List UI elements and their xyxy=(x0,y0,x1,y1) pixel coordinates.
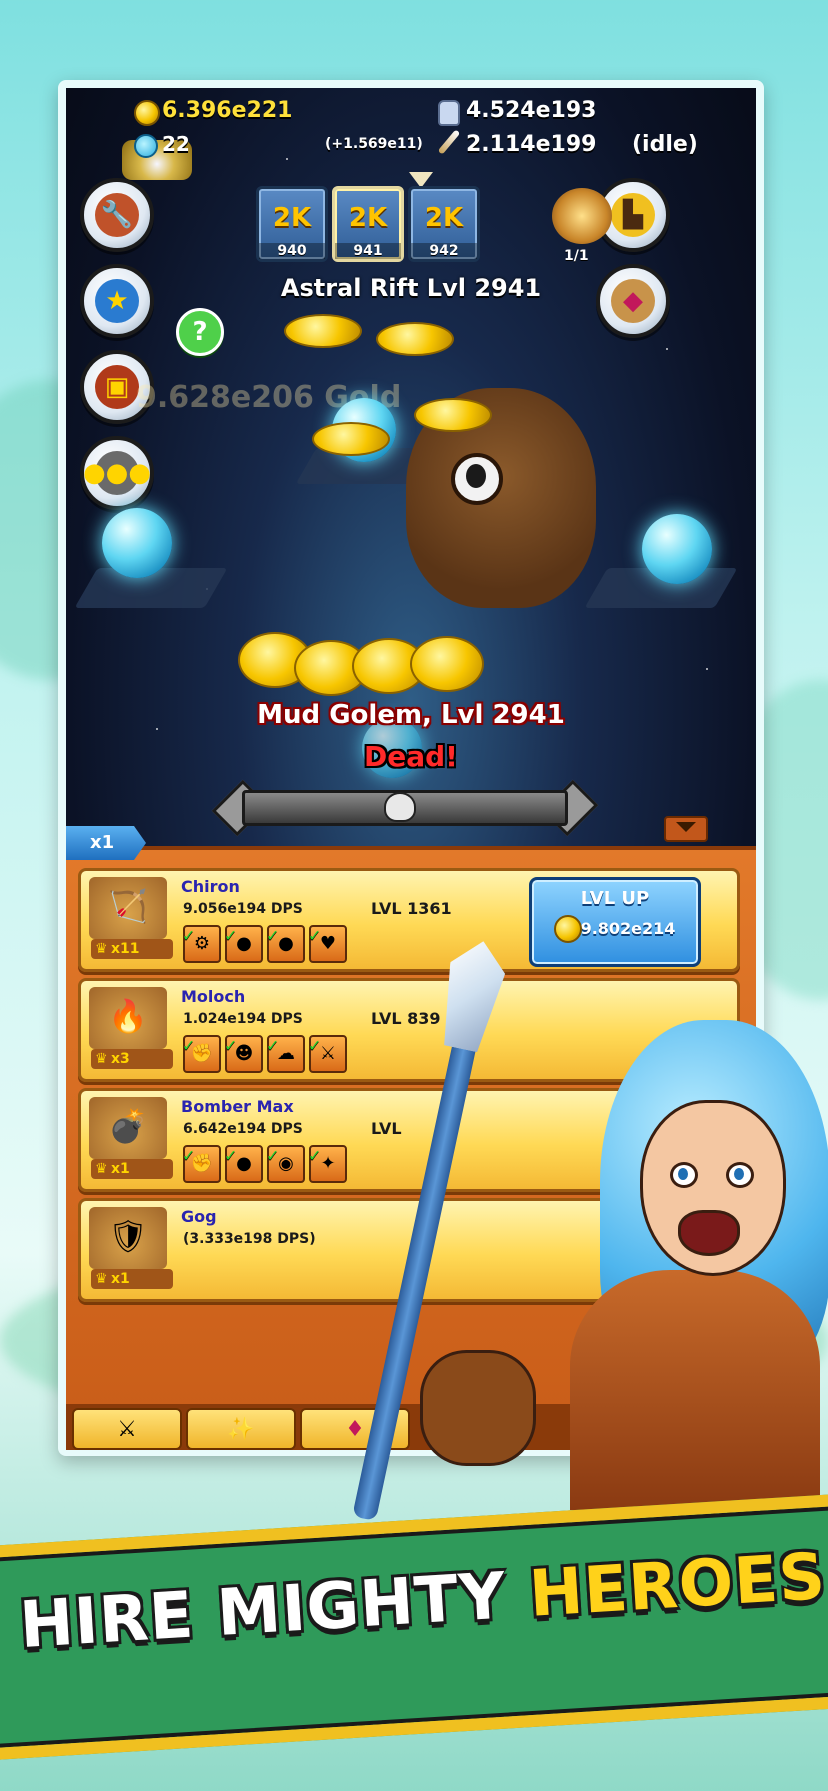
gold-coin-drop[interactable] xyxy=(284,314,362,348)
archer-icon: 🏹 xyxy=(108,887,148,925)
gild-count: x1 xyxy=(91,1159,173,1179)
upgrade-icon[interactable]: ⚙ xyxy=(182,919,221,963)
gold-coin-drop[interactable] xyxy=(410,636,484,692)
hero-name: Chiron xyxy=(181,877,240,896)
gold-coin-drop[interactable] xyxy=(376,322,454,356)
upgrade-icon[interactable]: ☻ xyxy=(224,1029,263,1073)
help-button[interactable]: ? xyxy=(176,308,224,356)
star xyxy=(706,668,708,670)
upgrade-icon[interactable]: ☁ xyxy=(266,1029,305,1073)
hero-portrait: 🛡 xyxy=(89,1207,167,1269)
upgrade-icon[interactable]: ◉ xyxy=(266,1139,305,1183)
level-up-label: LVL UP xyxy=(580,888,650,909)
hero-souls-amount: 4.524e193 xyxy=(466,98,597,123)
panel-collapse-button[interactable] xyxy=(664,816,708,842)
hero-portrait: 💣 xyxy=(89,1097,167,1159)
zone-title: Astral Rift Lvl 2941 xyxy=(280,274,542,302)
treasure-icon: ▣ xyxy=(95,365,139,409)
hero-eye xyxy=(670,1162,698,1188)
hero-level: LVL 1361 xyxy=(371,899,452,918)
settings-button[interactable]: 🔧 xyxy=(80,178,154,252)
boots-icon: ▙ xyxy=(611,193,655,237)
dps-change: (+1.569e11) xyxy=(325,136,423,152)
upgrade-icon[interactable]: ✦ xyxy=(308,1139,347,1183)
hero-body xyxy=(570,1270,820,1510)
gold-coin-drop[interactable] xyxy=(414,398,492,432)
star xyxy=(666,348,668,350)
zone-label: 2K xyxy=(272,203,312,233)
zone-number: 941 xyxy=(335,243,401,259)
hero-name: Moloch xyxy=(181,987,246,1006)
shield-icon: 🛡 xyxy=(107,1217,149,1255)
idle-status: (idle) xyxy=(632,132,698,157)
boss-counter: 1/1 xyxy=(564,248,589,264)
gold-coin-icon xyxy=(554,915,582,943)
upgrade-icon[interactable]: ✊ xyxy=(182,1139,221,1183)
crystal-icon xyxy=(433,935,511,1054)
bomb-icon: 💣 xyxy=(108,1107,148,1145)
monster-pupil xyxy=(466,464,486,488)
level-up-cost: 9.802e214 xyxy=(532,915,698,943)
tab-skills[interactable]: ✨ xyxy=(186,1408,296,1450)
hero-fist xyxy=(420,1350,536,1466)
zone-number: 940 xyxy=(259,243,325,259)
hero-dps: 9.056e194 DPS xyxy=(183,901,303,917)
star xyxy=(286,158,288,160)
orb xyxy=(102,508,172,578)
gold-amount: 6.396e221 xyxy=(162,98,293,123)
hero-level: LVL xyxy=(371,1119,402,1138)
zone-tile-current[interactable]: 2K 941 xyxy=(332,186,404,262)
tab-heroes[interactable]: ⚔ xyxy=(72,1408,182,1450)
hero-mouth xyxy=(678,1210,740,1256)
upgrade-icon[interactable]: ✊ xyxy=(182,1029,221,1073)
hero-eye xyxy=(726,1162,754,1188)
zone-label: 2K xyxy=(348,203,388,233)
ruby-icon xyxy=(134,134,158,158)
gold-coin-icon xyxy=(134,100,160,126)
level-up-cost-value: 9.802e214 xyxy=(580,919,676,938)
hero-dps: 1.024e194 DPS xyxy=(183,1011,303,1027)
upgrade-icon[interactable]: ● xyxy=(266,919,305,963)
hero-dps: 6.642e194 DPS xyxy=(183,1121,303,1137)
zone-tile[interactable]: 2K 940 xyxy=(256,186,328,262)
upgrade-icon[interactable]: ● xyxy=(224,919,263,963)
sword-icon xyxy=(437,129,461,155)
gild-count: x1 xyxy=(91,1269,173,1289)
orb xyxy=(642,514,712,584)
hero-dps: (3.333e198 DPS) xyxy=(183,1231,316,1247)
gold-coin-drop[interactable] xyxy=(312,422,390,456)
dps-amount: 2.114e199 xyxy=(466,132,597,157)
hero-name: Gog xyxy=(181,1207,217,1226)
upgrade-icon[interactable]: ● xyxy=(224,1139,263,1183)
promo-banner: HIRE MIGHTY HEROES! xyxy=(0,1493,828,1761)
ruby-amount: 22 xyxy=(162,132,190,156)
hero-name: Bomber Max xyxy=(181,1097,294,1116)
zone-number: 942 xyxy=(411,243,477,259)
fire-icon: 🔥 xyxy=(108,997,148,1035)
skull-icon xyxy=(384,792,416,822)
magic-wand-icon: ✨ xyxy=(227,1416,255,1442)
hero-character-art xyxy=(352,950,828,1522)
gild-count: x11 xyxy=(91,939,173,959)
hero-portrait: 🔥 xyxy=(89,987,167,1049)
boss-fight-icon[interactable] xyxy=(552,188,612,244)
upgrade-list: ⚙ ● ● ♥ xyxy=(182,919,347,963)
hero-soul-icon xyxy=(438,100,460,126)
clan-button[interactable]: ●●● xyxy=(80,436,154,510)
upgrade-list: ✊ ☻ ☁ ⚔ xyxy=(182,1029,347,1073)
wrench-icon: 🔧 xyxy=(95,193,139,237)
upgrade-icon[interactable]: ⚔ xyxy=(308,1029,347,1073)
buy-multiplier-tab[interactable]: x1 xyxy=(66,826,146,860)
crossed-swords-icon: ⚔ xyxy=(117,1416,137,1442)
clan-icon: ●●● xyxy=(83,451,151,495)
upgrade-list: ✊ ● ◉ ✦ xyxy=(182,1139,347,1183)
monster-name: Mud Golem, Lvl 2941 xyxy=(257,700,565,730)
zone-label: 2K xyxy=(424,203,464,233)
zone-tile[interactable]: 2K 942 xyxy=(408,186,480,262)
ruby-icon: ♦ xyxy=(345,1416,365,1442)
upgrade-icon[interactable]: ♥ xyxy=(308,919,347,963)
gild-count: x3 xyxy=(91,1049,173,1069)
monster-status: Dead! xyxy=(364,740,458,773)
hero-portrait: 🏹 xyxy=(89,877,167,939)
